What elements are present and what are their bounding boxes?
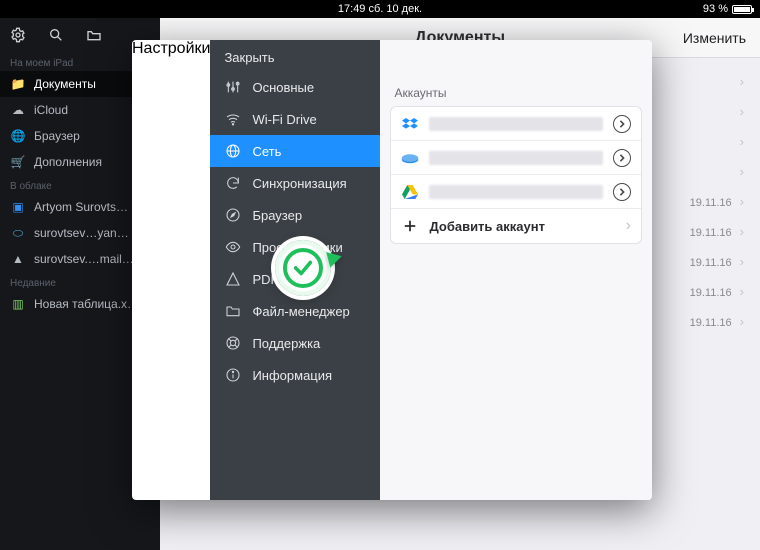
sidebar-item-label: Новая таблица.х…	[34, 297, 139, 311]
settings-tab-label: Файл-менеджер	[252, 304, 349, 319]
plus-icon	[401, 217, 419, 235]
account-row-dropbox[interactable]	[391, 107, 641, 141]
account-name-redacted	[429, 117, 603, 131]
compass-icon	[224, 206, 242, 224]
list-item-date: 19.11.16	[690, 257, 732, 269]
settings-tab-wifi[interactable]: Wi-Fi Drive	[210, 103, 380, 135]
chevron-right-icon: ›	[732, 194, 744, 209]
accounts-card: Добавить аккаунт ›	[390, 106, 642, 244]
chevron-right-icon: ›	[732, 74, 744, 89]
checkmark-icon	[283, 248, 323, 288]
settings-tab-label: Основные	[252, 80, 314, 95]
gdrive-icon	[401, 183, 419, 201]
edit-button[interactable]: Изменить	[683, 30, 746, 46]
yandex-disk-icon: ⬭	[10, 225, 26, 241]
account-name-redacted	[429, 185, 603, 199]
list-item-date: 19.11.16	[690, 197, 732, 209]
sidebar-item-label: iCloud	[34, 103, 68, 117]
pdf-icon	[224, 270, 242, 288]
disclosure-icon	[613, 183, 631, 201]
lifebuoy-icon	[224, 334, 242, 352]
sidebar-item-label: Документы	[34, 77, 96, 91]
account-name-redacted	[429, 151, 603, 165]
gdrive-icon: ▲	[10, 251, 26, 267]
chevron-right-icon: ›	[732, 164, 744, 179]
chevron-right-icon: ›	[732, 284, 744, 299]
settings-content: Аккаунты Добавить аккаунт ›	[380, 40, 652, 500]
settings-tab-label: Синхронизация	[252, 176, 346, 191]
accounts-header: Аккаунты	[380, 76, 652, 106]
yandex-disk-icon	[401, 149, 419, 167]
dropbox-icon	[401, 115, 419, 133]
chevron-right-icon: ›	[732, 254, 744, 269]
spreadsheet-icon: ▥	[10, 296, 26, 312]
close-button[interactable]: Закрыть	[210, 40, 380, 71]
disclosure-icon	[613, 115, 631, 133]
eye-icon	[224, 238, 242, 256]
gear-icon[interactable]	[10, 27, 26, 43]
wifi-icon	[224, 110, 242, 128]
cloud-icon: ☁︎	[10, 102, 26, 118]
info-icon	[224, 366, 242, 384]
settings-tab-label: Информация	[252, 368, 332, 383]
list-item-date: 19.11.16	[690, 317, 732, 329]
chevron-right-icon: ›	[732, 104, 744, 119]
settings-tab-info[interactable]: Информация	[210, 359, 380, 391]
success-badge	[275, 240, 331, 296]
sync-icon	[224, 174, 242, 192]
settings-tab-general[interactable]: Основные	[210, 71, 380, 103]
sidebar-item-label: Artyom Surovts…	[34, 200, 128, 214]
globe-icon: 🌐	[10, 128, 26, 144]
settings-tab-label: Поддержка	[252, 336, 320, 351]
folder-icon	[224, 302, 242, 320]
chevron-right-icon: ›	[732, 314, 744, 329]
settings-tab-filemanager[interactable]: Файл-менеджер	[210, 295, 380, 327]
search-icon[interactable]	[48, 27, 64, 43]
folder-open-icon[interactable]	[86, 27, 102, 43]
dropbox-icon: ▣	[10, 199, 26, 215]
add-account-label: Добавить аккаунт	[429, 219, 615, 234]
battery-percent: 93 %	[703, 3, 728, 15]
account-row-yandex[interactable]	[391, 141, 641, 175]
settings-tab-support[interactable]: Поддержка	[210, 327, 380, 359]
cart-icon: 🛒	[10, 154, 26, 170]
globe-icon	[224, 142, 242, 160]
sidebar-item-label: Браузер	[34, 129, 80, 143]
account-row-gdrive[interactable]	[391, 175, 641, 209]
settings-tab-browser[interactable]: Браузер	[210, 199, 380, 231]
sidebar-item-label: Дополнения	[34, 155, 102, 169]
settings-modal: Настройки Закрыть Основные Wi-Fi Drive С…	[132, 40, 652, 500]
settings-tab-label: PDF	[252, 272, 278, 287]
settings-title: Настройки	[132, 40, 210, 500]
settings-tab-sync[interactable]: Синхронизация	[210, 167, 380, 199]
settings-tab-network[interactable]: Сеть	[210, 135, 380, 167]
status-bar: 17:49 сб. 10 дек. 93 %	[0, 0, 760, 18]
list-item-date: 19.11.16	[690, 227, 732, 239]
sliders-icon	[224, 78, 242, 96]
sidebar-item-label: surovtsev…yan…	[34, 226, 129, 240]
chevron-right-icon: ›	[732, 134, 744, 149]
settings-tab-label: Браузер	[252, 208, 302, 223]
chevron-right-icon: ›	[626, 217, 631, 235]
settings-tab-label: Wi-Fi Drive	[252, 112, 316, 127]
folder-icon: 📁	[10, 76, 26, 92]
list-item-date: 19.11.16	[690, 287, 732, 299]
chevron-right-icon: ›	[732, 224, 744, 239]
add-account-row[interactable]: Добавить аккаунт ›	[391, 209, 641, 243]
battery-icon	[732, 5, 752, 14]
status-clock: 17:49 сб. 10 дек.	[338, 3, 422, 15]
sidebar-item-label: surovtsev.…mail…	[34, 252, 134, 266]
disclosure-icon	[613, 149, 631, 167]
settings-tab-label: Сеть	[252, 144, 281, 159]
